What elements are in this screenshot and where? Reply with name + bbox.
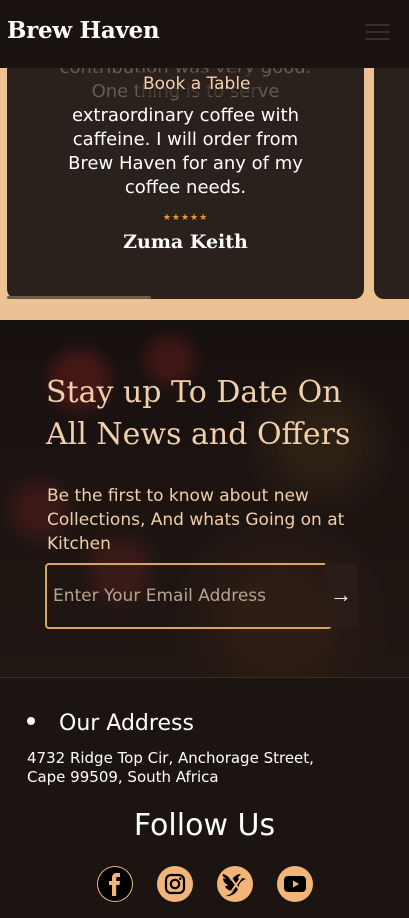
facebook-icon[interactable] [97,866,133,902]
subscribe-arrow-button[interactable]: → [325,563,357,627]
site-footer: Our Address 4732 Ridge Top Cir, Anchorag… [0,677,409,918]
x-twitter-icon[interactable] [217,866,253,902]
testimonial-line: Brew Haven for any of my [68,153,303,174]
social-links [0,866,409,904]
newsletter-title: Stay up To Date On All News and Offers [46,375,351,452]
rating-stars: ★★★★★ [162,212,209,222]
hamburger-menu-icon[interactable] [366,24,390,42]
address-text: 4732 Ridge Top Cir, Anchorage Street, Ca… [27,749,314,786]
testimonial-line: caffeine. I will order from [72,129,299,150]
bullet-icon [27,717,35,725]
email-input[interactable] [45,563,332,629]
next-testimonial-card[interactable] [374,68,409,299]
testimonial-line: extraordinary coffee with [71,105,299,126]
address-heading: Our Address [27,711,194,736]
testimonial-author: Zuma Keith [123,231,248,253]
instagram-icon[interactable] [157,866,193,902]
testimonial-line: coffee needs. [124,177,247,198]
site-header: Brew Haven [0,0,409,68]
book-a-table-button[interactable]: Book a Table [137,72,257,96]
brand-logo-text[interactable]: Brew Haven [7,17,160,44]
testimonial-section: contribution was very good. One thing is… [0,68,409,320]
address-title: Our Address [59,711,194,736]
youtube-icon[interactable] [277,866,313,902]
newsletter-subtitle: Be the first to know about new Collectio… [47,486,345,554]
carousel-scroll-thumb[interactable] [7,296,151,299]
follow-us-heading: Follow Us [133,808,276,843]
newsletter-section: Stay up To Date On All News and Offers B… [0,320,409,677]
carousel-scrollbar[interactable] [7,296,364,299]
testimonial-card: contribution was very good. One thing is… [7,68,364,299]
